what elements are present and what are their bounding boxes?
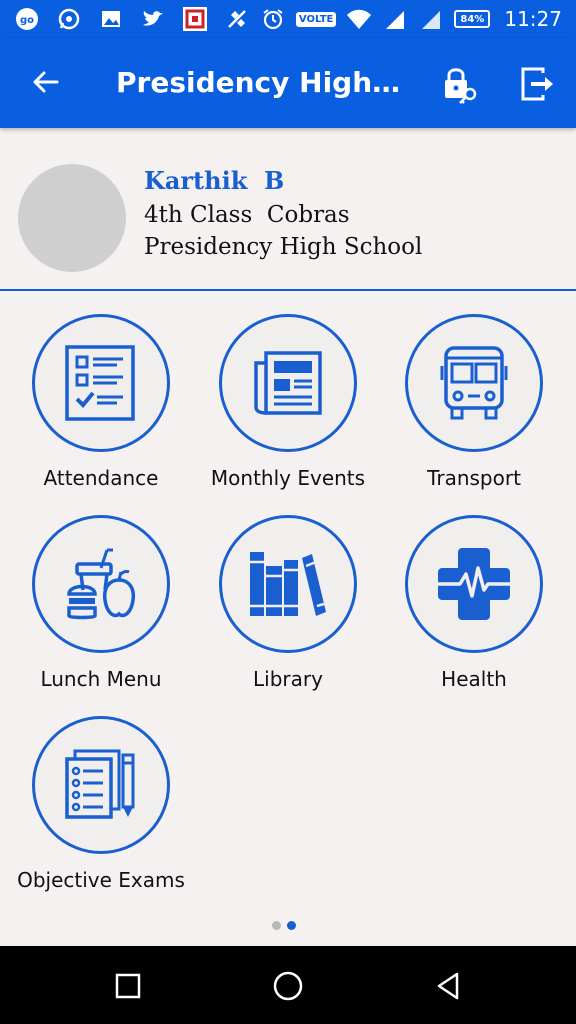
page-indicator — [272, 921, 296, 930]
back-button[interactable] — [26, 62, 66, 102]
arrow-left-icon — [33, 71, 59, 93]
student-class: 4th Class Cobras — [144, 202, 350, 228]
whatsapp-icon — [56, 6, 82, 32]
battery-icon: 84% — [454, 10, 491, 28]
menu-item-monthly-events[interactable]: Monthly Events — [193, 314, 383, 504]
exam-sheet-icon — [65, 749, 135, 819]
page-title: Presidency High S... — [116, 66, 406, 99]
lock-key-icon — [445, 68, 477, 104]
alarm-icon — [260, 6, 286, 32]
menu-item-label: Objective Exams — [17, 868, 185, 892]
menu-item-label: Library — [253, 667, 323, 691]
volte-icon: VOLTE — [295, 11, 337, 27]
menu-item-circle[interactable] — [405, 314, 543, 452]
menu-item-transport[interactable]: Transport — [379, 314, 569, 504]
wifi-icon — [346, 6, 372, 32]
avatar[interactable] — [18, 164, 126, 272]
page-dot[interactable] — [272, 921, 281, 930]
status-time: 11:27 — [504, 7, 562, 31]
medical-cross-icon — [438, 548, 510, 620]
menu-item-attendance[interactable]: Attendance — [6, 314, 196, 504]
menu-item-label: Attendance — [43, 466, 159, 490]
menu-item-label: Lunch Menu — [40, 667, 162, 691]
home-icon — [273, 971, 303, 1001]
change-password-button[interactable] — [438, 62, 482, 106]
menu-item-label: Monthly Events — [210, 466, 366, 490]
food-icon — [67, 548, 136, 620]
logout-icon — [521, 67, 553, 101]
books-icon — [250, 552, 326, 616]
menu-item-lunch-menu[interactable]: Lunch Menu — [6, 515, 196, 705]
recent-apps-button[interactable] — [108, 966, 148, 1006]
checklist-icon — [65, 345, 135, 421]
status-bar: go VOLTE 84% 11:27 — [0, 0, 576, 38]
menu-item-label: Health — [441, 667, 507, 691]
student-school: Presidency High School — [144, 234, 423, 260]
recent-apps-icon — [115, 973, 141, 999]
signal-2-icon — [418, 6, 444, 32]
app-bar: Presidency High S... — [0, 38, 576, 128]
menu-item-circle[interactable] — [405, 515, 543, 653]
menu-item-circle[interactable] — [32, 716, 170, 854]
menu-item-circle[interactable] — [32, 314, 170, 452]
back-triangle-icon — [437, 972, 459, 1000]
menu-item-circle[interactable] — [219, 314, 357, 452]
menu-item-objective-exams[interactable]: Objective Exams — [6, 716, 196, 906]
menu-item-circle[interactable] — [32, 515, 170, 653]
satellite-icon — [224, 6, 250, 32]
logout-button[interactable] — [516, 62, 560, 106]
home-button[interactable] — [268, 966, 308, 1006]
menu-item-circle[interactable] — [219, 515, 357, 653]
profile-card: Karthik B 4th Class Cobras Presidency Hi… — [0, 128, 576, 291]
bus-icon — [440, 346, 508, 420]
system-nav-bar — [0, 946, 576, 1024]
menu-item-label: Transport — [427, 466, 521, 490]
twitter-icon — [140, 6, 166, 32]
signal-icon — [382, 6, 408, 32]
go-icon: go — [14, 6, 40, 32]
page-dot-active[interactable] — [287, 921, 296, 930]
app-icon — [182, 6, 208, 32]
svg-text:go: go — [20, 15, 34, 26]
status-left-icons: go — [14, 6, 250, 32]
menu-item-library[interactable]: Library — [193, 515, 383, 705]
newspaper-icon — [254, 351, 322, 415]
menu-item-health[interactable]: Health — [379, 515, 569, 705]
status-right-icons: VOLTE 84% 11:27 — [260, 6, 562, 32]
student-name: Karthik B — [144, 166, 285, 195]
image-icon — [98, 6, 124, 32]
back-nav-button[interactable] — [428, 966, 468, 1006]
